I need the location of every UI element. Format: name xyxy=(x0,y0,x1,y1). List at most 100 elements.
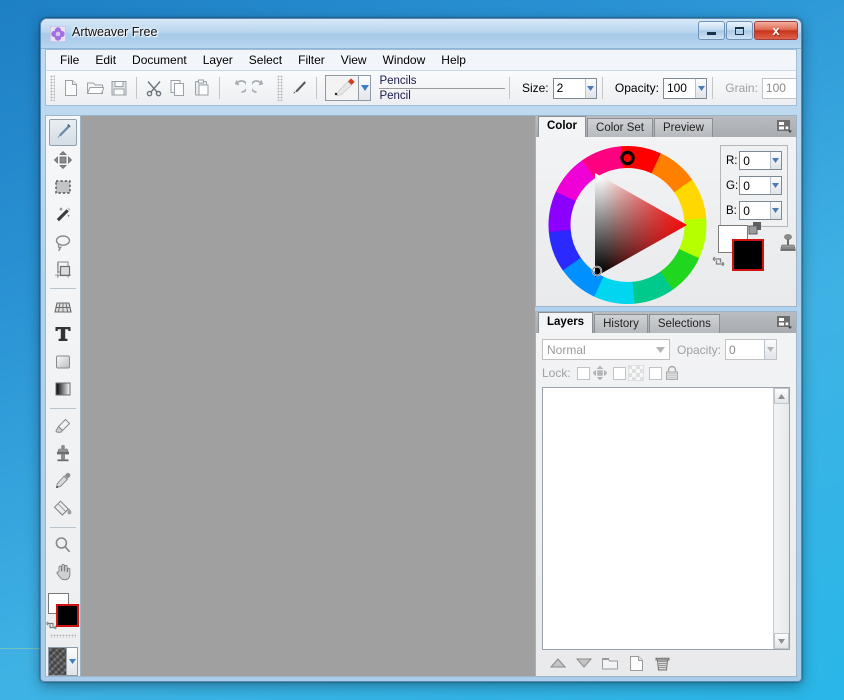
tab-color[interactable]: Color xyxy=(538,116,587,137)
lock-all-checkbox[interactable] xyxy=(648,366,662,380)
layer-opacity-spinner[interactable] xyxy=(725,339,778,360)
artweaver-flower-icon xyxy=(50,26,66,42)
tool-shape[interactable] xyxy=(49,348,77,375)
move-layer-up-button[interactable] xyxy=(546,652,570,674)
layer-list-scrollbar[interactable] xyxy=(773,388,789,649)
save-disk-icon[interactable] xyxy=(108,75,130,101)
tool-separator xyxy=(50,526,76,528)
size-dropdown-button[interactable] xyxy=(584,78,597,98)
lock-position-checkbox[interactable] xyxy=(576,366,590,380)
cut-scissors-icon[interactable] xyxy=(143,75,165,101)
tab-preview[interactable]: Preview xyxy=(653,118,713,137)
brush-icon[interactable] xyxy=(288,75,310,101)
delete-layer-button[interactable] xyxy=(650,652,674,674)
r-spinner[interactable] xyxy=(739,151,782,170)
tool-eraser[interactable] xyxy=(49,412,77,439)
opacity-spinner[interactable] xyxy=(662,77,708,99)
tool-zoom[interactable] xyxy=(49,532,77,559)
tool-perspective[interactable] xyxy=(49,293,77,320)
menu-edit[interactable]: Edit xyxy=(87,51,124,69)
opacity-input[interactable] xyxy=(663,78,695,98)
close-button[interactable]: x xyxy=(754,21,798,40)
menu-view[interactable]: View xyxy=(333,51,375,69)
tool-lasso[interactable] xyxy=(49,229,77,256)
tool-text[interactable] xyxy=(49,321,77,348)
open-folder-icon[interactable] xyxy=(84,75,106,101)
chevron-down-icon xyxy=(656,346,665,353)
toolbar-grip-2[interactable] xyxy=(277,75,283,101)
lock-transparency-checkbox[interactable] xyxy=(612,366,626,380)
panel-menu-icon[interactable] xyxy=(777,119,792,133)
new-layer-button[interactable] xyxy=(624,652,648,674)
tab-layers[interactable]: Layers xyxy=(538,312,594,333)
texture-selector[interactable] xyxy=(48,647,78,677)
tool-clone-stamp[interactable] xyxy=(49,440,77,467)
opacity-dropdown-button[interactable] xyxy=(694,78,707,98)
layers-panel: Layers History Selections Normal Opacity… xyxy=(535,311,797,677)
r-input[interactable] xyxy=(740,152,770,169)
g-spinner[interactable] xyxy=(739,176,782,195)
brush-name-display[interactable]: Pencils Pencil xyxy=(379,74,506,103)
tool-gradient[interactable] xyxy=(49,376,77,403)
layer-opacity-dropdown-button[interactable] xyxy=(764,340,777,359)
brush-preview[interactable] xyxy=(325,75,360,101)
new-group-button[interactable] xyxy=(598,652,622,674)
hsv-color-wheel[interactable] xyxy=(540,141,715,306)
redo-icon[interactable] xyxy=(250,75,272,101)
color-panel: Color Color Set Preview R: 0 G: 0 B: 0 xyxy=(535,115,797,307)
b-spinner[interactable] xyxy=(739,201,782,220)
tool-brush[interactable] xyxy=(49,119,77,146)
menu-file[interactable]: File xyxy=(52,51,87,69)
foreground-color-swatch[interactable] xyxy=(56,603,79,627)
texture-dropdown-button[interactable] xyxy=(66,648,77,676)
layer-opacity-input[interactable] xyxy=(726,340,765,359)
tab-color-set[interactable]: Color Set xyxy=(587,118,653,137)
toolbar-grip[interactable] xyxy=(50,75,56,101)
close-icon: x xyxy=(772,23,780,38)
color-picker-stamp-icon[interactable] xyxy=(778,233,798,257)
crop-icon xyxy=(53,260,73,280)
menu-select[interactable]: Select xyxy=(241,51,290,69)
tab-selections[interactable]: Selections xyxy=(648,314,720,333)
toolbar-separator xyxy=(712,77,714,99)
layer-list[interactable] xyxy=(542,387,790,650)
tool-hand[interactable] xyxy=(49,559,77,586)
menu-help[interactable]: Help xyxy=(433,51,474,69)
new-document-icon[interactable] xyxy=(60,75,82,101)
undo-icon[interactable] xyxy=(226,75,248,101)
size-input[interactable] xyxy=(553,78,585,98)
tool-eyedropper[interactable] xyxy=(49,468,77,495)
tab-history[interactable]: History xyxy=(594,314,648,333)
swap-colors-icon[interactable] xyxy=(46,620,57,631)
g-input[interactable] xyxy=(740,177,770,194)
scroll-down-button[interactable] xyxy=(774,633,789,649)
menu-filter[interactable]: Filter xyxy=(290,51,333,69)
layer-list-items[interactable] xyxy=(543,388,773,649)
tool-crop[interactable] xyxy=(49,257,77,284)
menu-document[interactable]: Document xyxy=(124,51,195,69)
maximize-button[interactable] xyxy=(726,21,753,40)
menu-window[interactable]: Window xyxy=(375,51,434,69)
r-dropdown-button[interactable] xyxy=(769,152,781,169)
tool-move[interactable] xyxy=(49,147,77,174)
move-layer-down-button[interactable] xyxy=(572,652,596,674)
size-spinner[interactable] xyxy=(552,77,598,99)
panel-menu-icon[interactable] xyxy=(777,315,792,329)
b-input[interactable] xyxy=(740,202,770,219)
minimize-button[interactable] xyxy=(698,21,725,40)
canvas-area[interactable] xyxy=(81,115,535,677)
blend-mode-select[interactable]: Normal xyxy=(542,339,670,360)
swap-colors-icon[interactable] xyxy=(712,255,725,268)
scroll-up-button[interactable] xyxy=(774,388,789,404)
menu-layer[interactable]: Layer xyxy=(195,51,241,69)
copy-icon[interactable] xyxy=(167,75,189,101)
color-clone-icon[interactable] xyxy=(748,221,764,237)
paste-icon[interactable] xyxy=(191,75,213,101)
g-dropdown-button[interactable] xyxy=(769,177,781,194)
tool-rect-select[interactable] xyxy=(49,174,77,201)
panel-foreground-color-swatch[interactable] xyxy=(732,239,764,271)
tool-magic-wand[interactable] xyxy=(49,202,77,229)
brush-dropdown-button[interactable] xyxy=(359,75,372,101)
tool-paint-bucket[interactable] xyxy=(49,495,77,522)
b-dropdown-button[interactable] xyxy=(769,202,781,219)
